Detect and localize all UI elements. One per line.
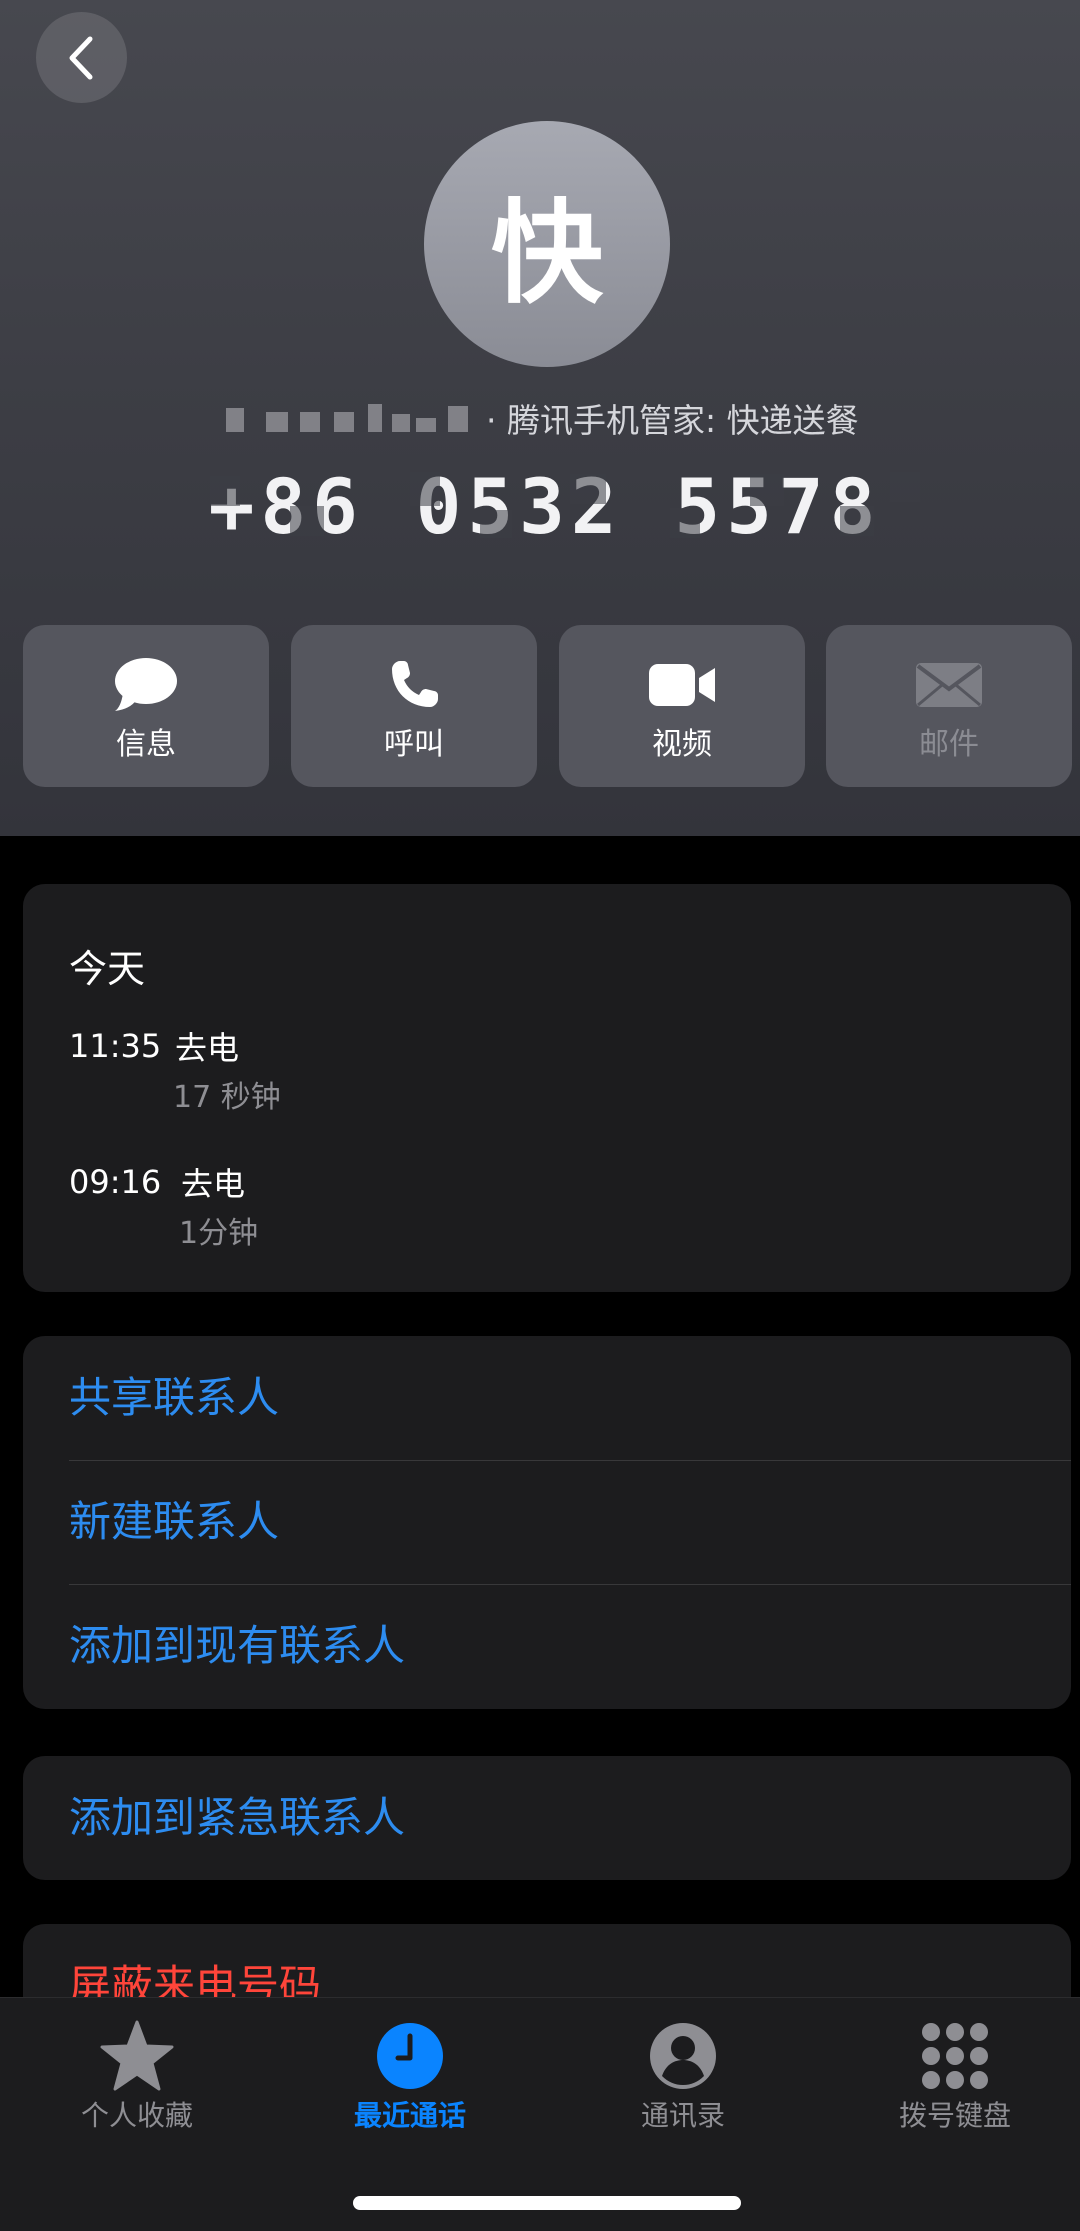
call-time: 09:16 — [69, 1163, 162, 1201]
caller-label: · 腾讯手机管家: 快递送餐 — [486, 401, 859, 440]
pixelation-overlay — [150, 456, 940, 556]
call-action-label: 呼叫 — [384, 727, 444, 762]
tab-favorites[interactable]: 个人收藏 — [2, 2018, 272, 2158]
call-action-button[interactable]: 呼叫 — [291, 625, 537, 787]
message-bubble-icon — [115, 658, 177, 711]
phone-icon — [392, 661, 438, 707]
avatar: 快 — [424, 121, 670, 367]
share-contact-button[interactable]: 共享联系人 — [69, 1368, 279, 1428]
clock-icon — [377, 2023, 443, 2089]
emergency-contact-card: 添加到紧急联系人 — [23, 1756, 1071, 1880]
divider — [69, 1584, 1071, 1585]
chevron-left-icon — [69, 36, 92, 79]
call-type: 去电 — [175, 1029, 240, 1067]
star-icon — [100, 2020, 174, 2091]
divider — [69, 1460, 1071, 1461]
message-action-button[interactable]: 信息 — [23, 625, 269, 787]
call-type: 去电 — [181, 1165, 246, 1203]
video-camera-icon — [649, 664, 715, 706]
message-action-label: 信息 — [116, 727, 176, 762]
call-duration: 17 秒钟 — [173, 1080, 281, 1115]
tab-contacts[interactable]: 通讯录 — [548, 2018, 818, 2158]
new-contact-button[interactable]: 新建联系人 — [69, 1492, 279, 1552]
back-button[interactable] — [36, 12, 127, 103]
caller-label-row: · 腾讯手机管家: 快递送餐 — [0, 396, 1080, 448]
contact-person-icon — [650, 2023, 716, 2089]
redacted-label — [226, 404, 470, 438]
tab-recents-label: 最近通话 — [353, 2099, 466, 2132]
call-time: 11:35 — [69, 1027, 162, 1065]
mail-action-button[interactable]: 邮件 — [826, 625, 1072, 787]
tab-keypad[interactable]: 拨号键盘 — [820, 2018, 1080, 2158]
tab-favorites-label: 个人收藏 — [80, 2099, 193, 2132]
home-indicator[interactable] — [353, 2196, 741, 2210]
quick-actions: 信息 呼叫 视频 邮件 — [23, 625, 1072, 787]
call-history-card: 今天 11:35 去电 17 秒钟 09:16 去电 1分钟 — [23, 884, 1071, 1292]
keypad-icon — [922, 2023, 988, 2089]
contact-actions-card: 共享联系人 新建联系人 添加到现有联系人 — [23, 1336, 1071, 1709]
mail-icon — [916, 663, 982, 707]
mail-action-label: 邮件 — [919, 727, 979, 762]
history-day-label: 今天 — [69, 947, 146, 991]
add-to-existing-contact-button[interactable]: 添加到现有联系人 — [69, 1616, 405, 1676]
video-action-button[interactable]: 视频 — [559, 625, 805, 787]
video-action-label: 视频 — [652, 727, 712, 762]
call-duration: 1分钟 — [179, 1216, 259, 1251]
tab-contacts-label: 通讯录 — [640, 2099, 725, 2132]
tab-recents[interactable]: 最近通话 — [275, 2018, 545, 2158]
contact-header: 快 · 腾讯手机管家: 快递送餐 +86 0532 5578 信息 呼叫 视频 … — [0, 0, 1080, 836]
tab-keypad-label: 拨号键盘 — [898, 2099, 1011, 2132]
add-emergency-contact-button[interactable]: 添加到紧急联系人 — [69, 1788, 405, 1848]
